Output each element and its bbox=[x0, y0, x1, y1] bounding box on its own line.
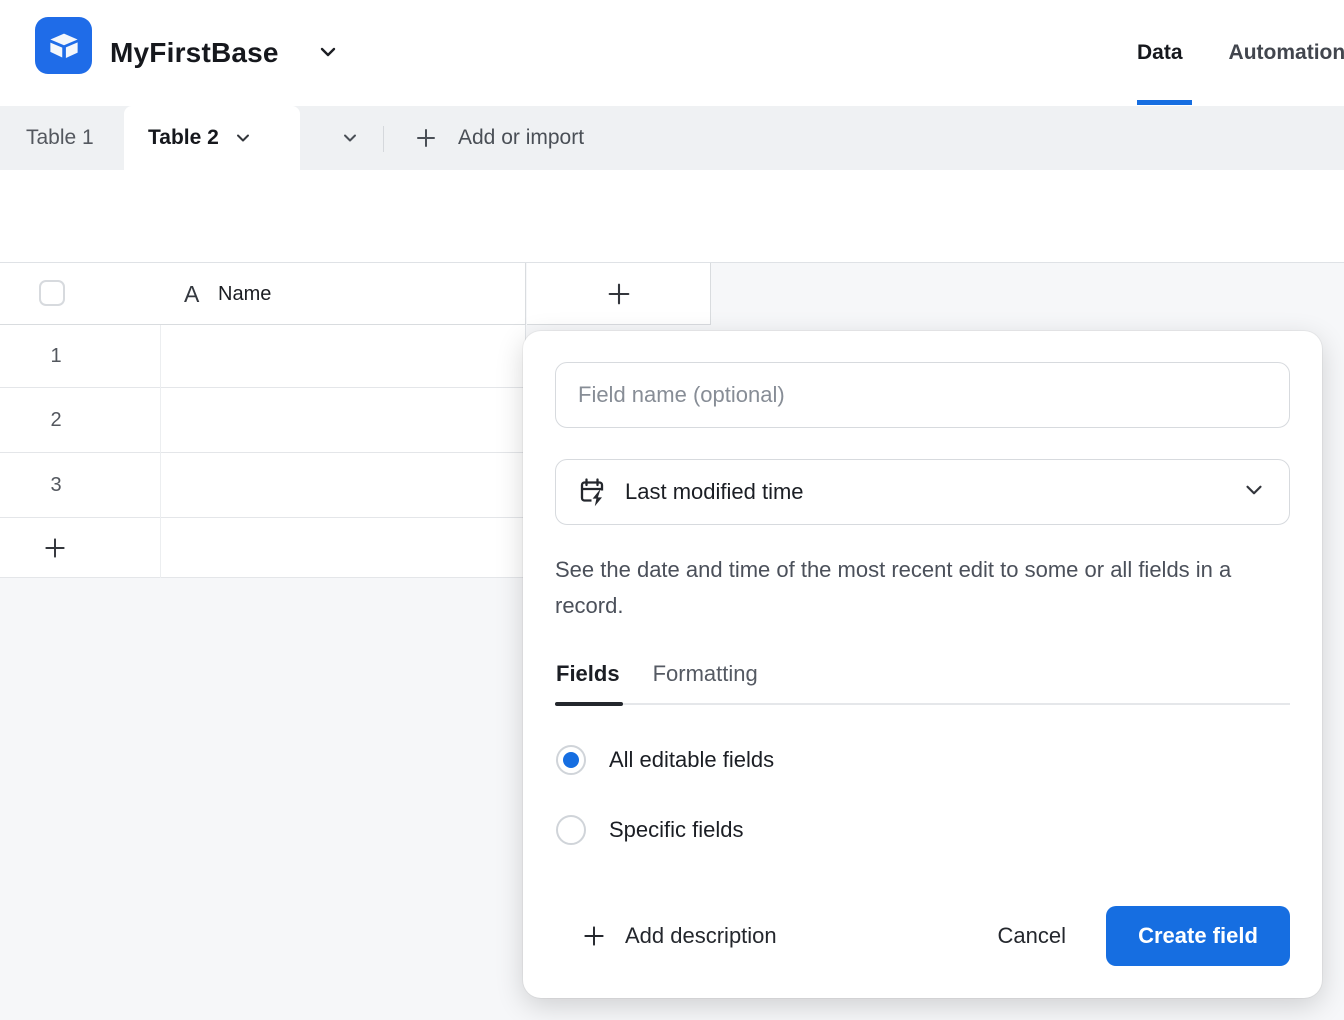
dialog-footer: Add description Cancel Create field bbox=[555, 906, 1290, 966]
create-field-button[interactable]: Create field bbox=[1106, 906, 1290, 966]
add-or-import-button[interactable]: Add or import bbox=[400, 106, 598, 170]
base-title: MyFirstBase bbox=[110, 0, 279, 106]
single-line-text-icon: A bbox=[184, 263, 199, 325]
top-navigation: Data Automations bbox=[1137, 0, 1344, 106]
chevron-down-icon bbox=[340, 128, 360, 148]
column-header-label: Name bbox=[218, 263, 271, 325]
divider bbox=[383, 126, 384, 152]
nav-tab-automations[interactable]: Automations bbox=[1229, 41, 1344, 65]
field-type-value: Last modified time bbox=[625, 479, 804, 505]
add-description-label: Add description bbox=[625, 923, 777, 949]
dialog-tabs: Fields Formatting bbox=[556, 661, 758, 687]
chevron-down-icon bbox=[316, 40, 340, 64]
field-type-select[interactable]: Last modified time bbox=[555, 459, 1290, 525]
plus-icon bbox=[414, 126, 438, 150]
add-description-button[interactable]: Add description bbox=[581, 923, 777, 949]
add-or-import-label: Add or import bbox=[458, 126, 584, 150]
tab-fields[interactable]: Fields bbox=[556, 661, 620, 687]
active-tab-underline bbox=[555, 702, 623, 706]
plus-icon bbox=[605, 280, 633, 308]
row-number: 3 bbox=[36, 453, 76, 517]
table-tab-strip: Table 1 Table 2 Add or import bbox=[0, 106, 1344, 170]
plus-icon bbox=[581, 923, 607, 949]
cancel-button[interactable]: Cancel bbox=[998, 923, 1066, 949]
tabs-divider bbox=[555, 703, 1290, 705]
table-list-dropdown-button[interactable] bbox=[326, 106, 374, 170]
top-bar: MyFirstBase Data Automations bbox=[0, 0, 1344, 106]
field-type-description: See the date and time of the most recent… bbox=[555, 552, 1255, 624]
row-number: 1 bbox=[36, 325, 76, 387]
base-menu-button[interactable] bbox=[316, 40, 340, 69]
column-header-name[interactable]: A Name bbox=[0, 263, 526, 325]
radio-selected-icon bbox=[556, 745, 586, 775]
view-toolbar: Grid view bbox=[0, 170, 1344, 263]
radio-unselected-icon bbox=[556, 815, 586, 845]
row-number: 2 bbox=[36, 388, 76, 452]
option-specific-fields[interactable]: Specific fields bbox=[556, 815, 744, 845]
plus-icon bbox=[42, 518, 68, 577]
row-gutter-divider bbox=[160, 325, 161, 578]
nav-tab-data[interactable]: Data bbox=[1137, 41, 1183, 65]
option-all-editable-fields[interactable]: All editable fields bbox=[556, 745, 774, 775]
tab-table-2[interactable]: Table 2 bbox=[124, 106, 300, 170]
last-modified-time-icon bbox=[578, 477, 607, 508]
create-field-dialog: Last modified time See the date and time… bbox=[523, 331, 1322, 998]
field-name-input[interactable] bbox=[555, 362, 1290, 428]
tab-table-2-label: Table 2 bbox=[148, 126, 219, 150]
table-row[interactable]: 2 bbox=[0, 388, 526, 453]
option-label: Specific fields bbox=[609, 817, 744, 843]
table-row[interactable]: 1 bbox=[0, 325, 526, 388]
add-row-button[interactable] bbox=[0, 518, 526, 578]
select-all-checkbox[interactable] bbox=[39, 280, 65, 306]
chevron-down-icon bbox=[1241, 477, 1267, 508]
tab-table-1[interactable]: Table 1 bbox=[0, 106, 120, 170]
option-label: All editable fields bbox=[609, 747, 774, 773]
chevron-down-icon bbox=[233, 128, 253, 148]
cube-glyph bbox=[45, 27, 83, 65]
airtable-logo-icon[interactable] bbox=[35, 17, 92, 74]
active-nav-underline bbox=[1137, 100, 1192, 105]
tab-formatting[interactable]: Formatting bbox=[653, 661, 758, 687]
table-row[interactable]: 3 bbox=[0, 453, 526, 518]
tab-table-1-label: Table 1 bbox=[26, 126, 94, 150]
add-field-button[interactable] bbox=[527, 263, 711, 325]
